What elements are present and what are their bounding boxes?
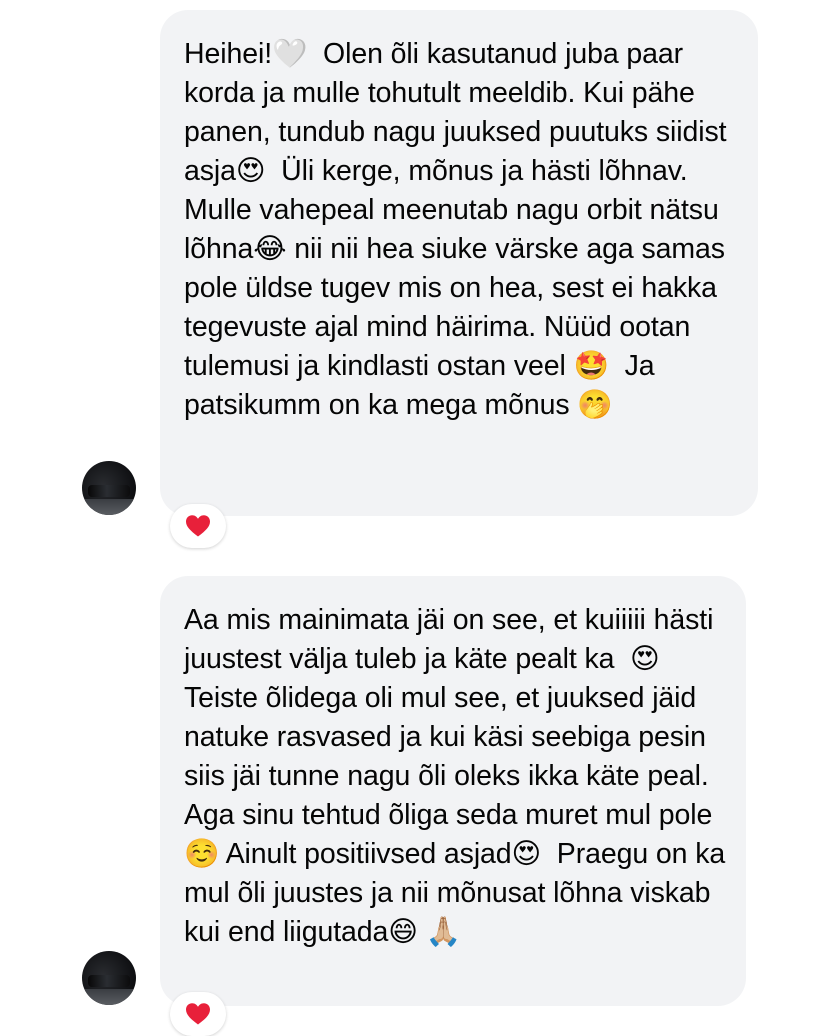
avatar-shade — [88, 485, 130, 497]
avatar-floor — [82, 499, 136, 515]
heart-icon — [186, 515, 210, 537]
message-text-1: Heihei!🤍 Olen õli kasutanud juba paar ko… — [184, 38, 735, 421]
heart-icon — [186, 1003, 210, 1025]
avatar-floor — [82, 989, 136, 1005]
reaction-badge-1[interactable] — [170, 504, 226, 548]
sender-avatar-1[interactable] — [82, 461, 136, 515]
message-text-2: Aa mis mainimata jäi on see, et kuiiiii … — [184, 604, 733, 948]
message-bubble-1[interactable]: Heihei!🤍 Olen õli kasutanud juba paar ko… — [160, 10, 758, 516]
sender-avatar-2[interactable] — [82, 951, 136, 1005]
message-bubble-2[interactable]: Aa mis mainimata jäi on see, et kuiiiii … — [160, 576, 746, 1006]
reaction-badge-2[interactable] — [170, 992, 226, 1036]
avatar-shade — [88, 975, 130, 987]
